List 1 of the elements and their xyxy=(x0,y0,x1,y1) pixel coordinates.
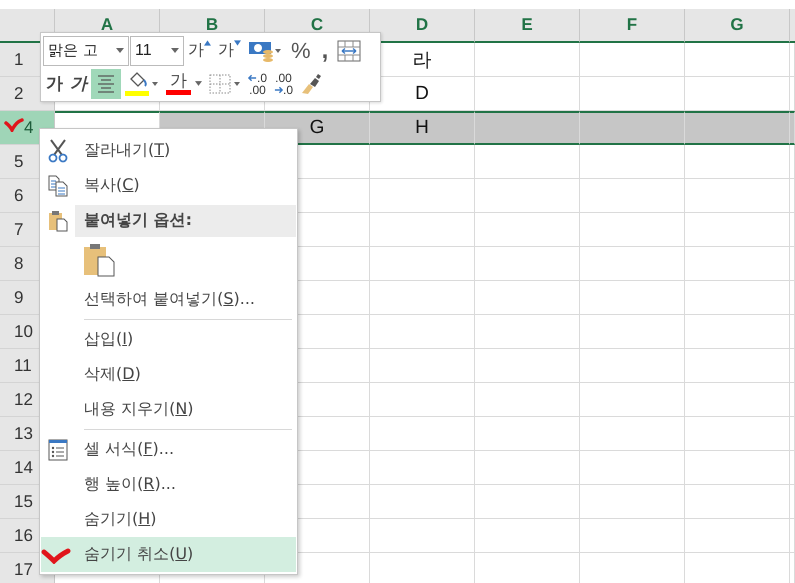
paste-options-heading: 붙여넣기 옵션: xyxy=(75,204,296,236)
